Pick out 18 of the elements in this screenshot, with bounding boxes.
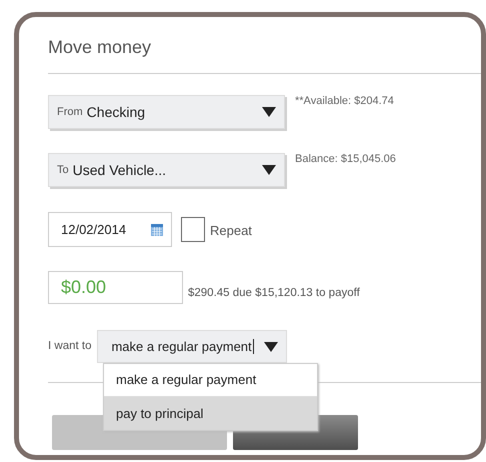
- to-account-select[interactable]: To Used Vehicle...: [48, 153, 285, 187]
- intent-label: I want to: [48, 338, 92, 354]
- dropdown-option[interactable]: make a regular payment: [104, 364, 317, 397]
- account-note: Balance: $15,045.06: [295, 152, 396, 167]
- intent-select[interactable]: make a regular payment: [97, 330, 288, 363]
- payoff-note: $290.45 due $15,120.13 to payoff: [188, 286, 360, 301]
- calendar-icon[interactable]: [151, 224, 163, 236]
- repeat-label: Repeat: [210, 222, 252, 240]
- repeat-checkbox[interactable]: [181, 217, 205, 242]
- date-value: 12/02/2014: [61, 220, 126, 239]
- account-note: **Available: $204.74: [295, 94, 394, 109]
- dialog-title: Move money: [48, 36, 152, 59]
- from-account-select[interactable]: From Checking: [48, 95, 285, 129]
- dropdown-arrow-icon: [264, 342, 278, 352]
- dropdown-arrow-icon: [262, 165, 276, 175]
- dropdown-arrow-icon: [262, 107, 276, 117]
- date-field[interactable]: 12/02/2014: [48, 212, 172, 247]
- dropdown-option[interactable]: pay to principal: [104, 397, 317, 430]
